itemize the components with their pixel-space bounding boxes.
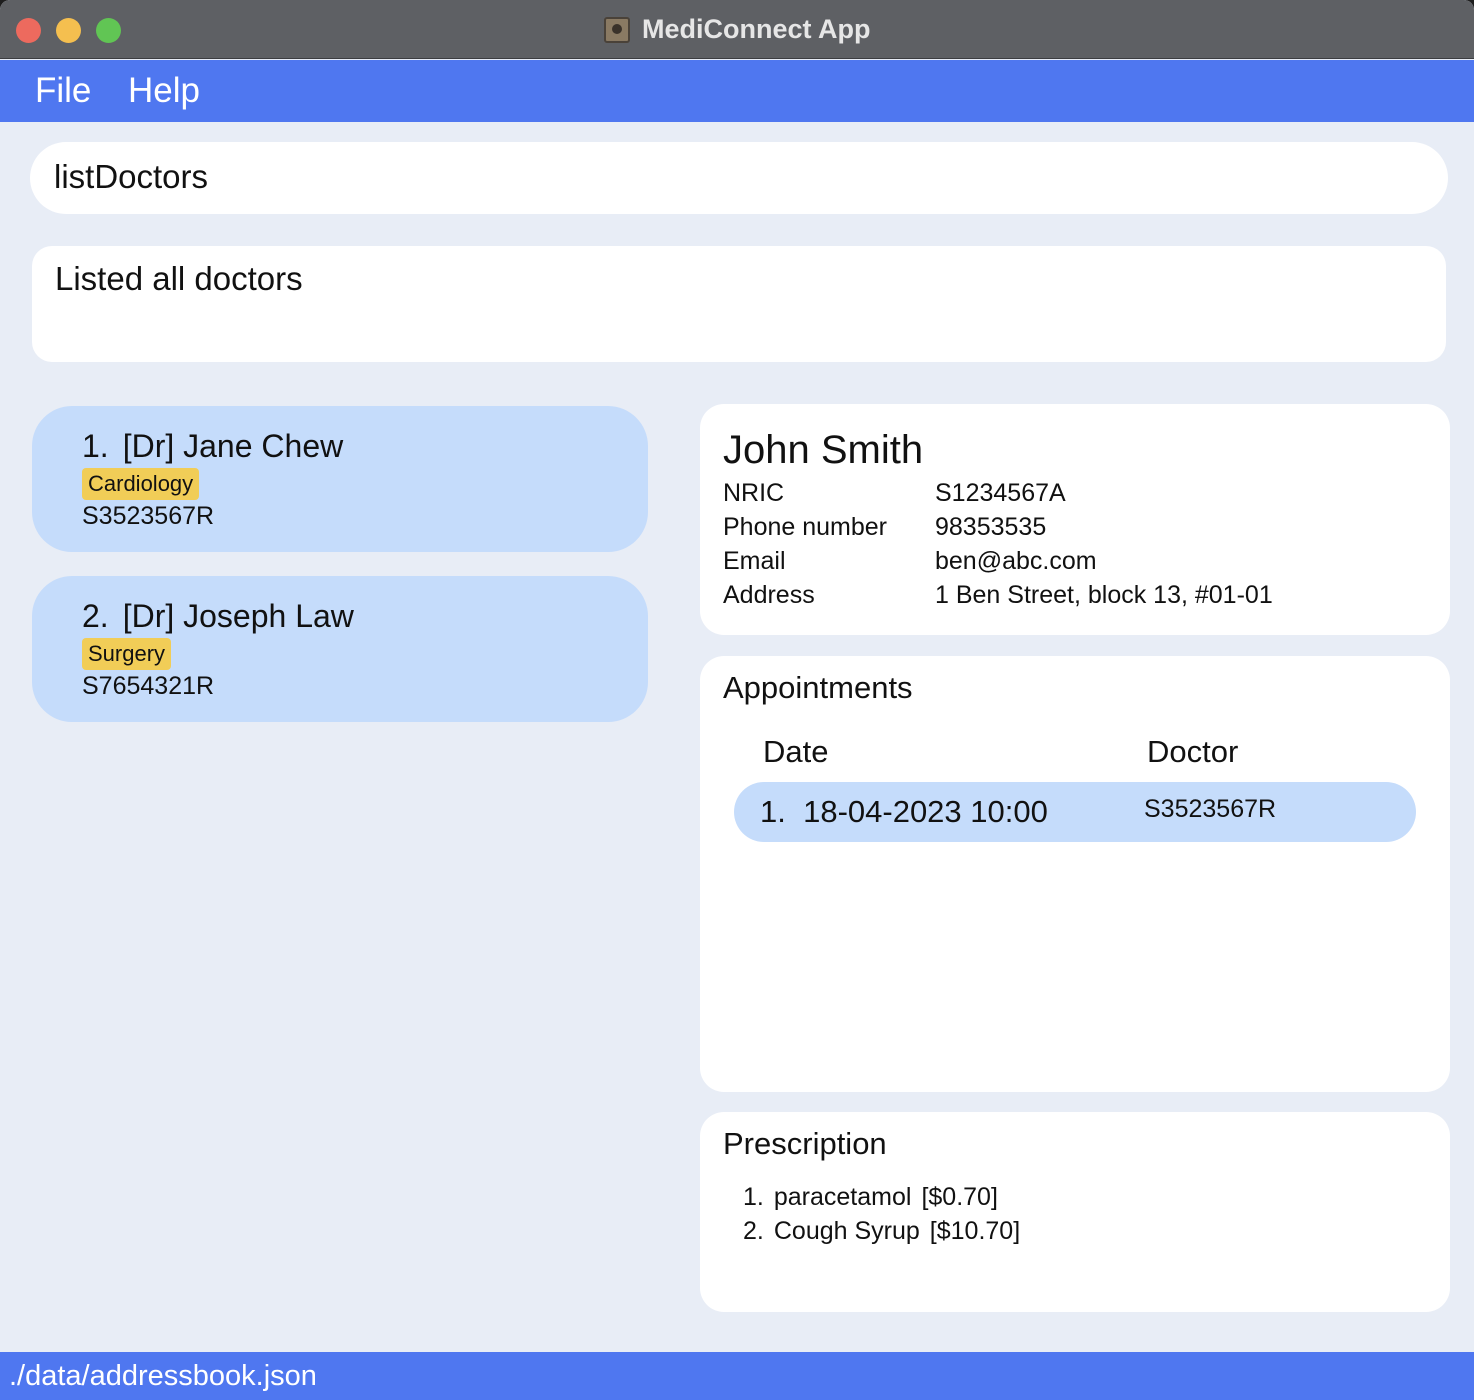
app-window: MediConnect App File Help listDoctors Li… — [0, 0, 1474, 1400]
list-item: 1. paracetamol [$0.70] — [743, 1180, 1427, 1214]
appointment-datetime: 1. 18-04-2023 10:00 — [760, 794, 1048, 830]
menu-file[interactable]: File — [35, 71, 91, 111]
patient-info-panel: John Smith NRIC S1234567A Phone number 983… — [700, 404, 1450, 635]
doctor-name-line: 1. [Dr] Jane Chew — [82, 428, 598, 468]
doctor-nric: S7654321R — [82, 672, 215, 700]
doctor-card[interactable]: 2. [Dr] Joseph Law Surgery S7654321R — [32, 576, 648, 722]
patient-field-row: Phone number 98353535 — [723, 510, 1427, 544]
prescription-index: 1. — [743, 1183, 764, 1211]
window-title-group: MediConnect App — [0, 14, 1474, 46]
field-label-email: Email — [723, 547, 786, 575]
field-value-nric: S1234567A — [935, 479, 1066, 507]
menu-help[interactable]: Help — [128, 71, 200, 111]
doctor-card[interactable]: 1. [Dr] Jane Chew Cardiology S3523567R — [32, 406, 648, 552]
field-value-address: 1 Ben Street, block 13, #01-01 — [935, 581, 1273, 609]
field-value-email: ben@abc.com — [935, 547, 1097, 575]
status-bar: ./data/addressbook.json — [0, 1352, 1474, 1400]
doctor-nric: S3523567R — [82, 502, 215, 530]
appointment-doctor: S3523567R — [1144, 795, 1277, 823]
prescription-price: [$10.70] — [929, 1217, 1021, 1245]
prescription-panel: Prescription 1. paracetamol [$0.70] 2. Coug… — [700, 1112, 1450, 1312]
menu-bar: File Help — [0, 60, 1474, 122]
doctor-name-line: 2. [Dr] Joseph Law — [82, 598, 598, 638]
doctor-index: 2. — [82, 598, 109, 634]
specialty-tag: Surgery — [82, 638, 172, 670]
prescription-name: paracetamol — [773, 1183, 912, 1211]
window-title: MediConnect App — [641, 14, 871, 44]
appointment-index: 1. — [760, 794, 786, 829]
field-label-address: Address — [723, 581, 815, 609]
appointments-title: Appointments — [723, 670, 913, 705]
specialty-tag: Cardiology — [82, 468, 200, 500]
patient-field-row: NRIC S1234567A — [723, 476, 1427, 510]
column-header-doctor: Doctor — [1147, 734, 1239, 769]
column-header-date: Date — [763, 734, 829, 769]
appointments-header: Date Doctor — [723, 710, 1427, 782]
patient-name: John Smith — [723, 428, 924, 472]
appointments-panel: Appointments Date Doctor 1. 18-04-2023 1… — [700, 656, 1450, 1092]
field-label-phone: Phone number — [723, 513, 888, 541]
title-bar[interactable]: MediConnect App — [0, 0, 1474, 59]
prescription-title: Prescription — [723, 1126, 887, 1161]
patient-field-row: Address 1 Ben Street, block 13, #01-01 — [723, 578, 1427, 612]
patient-field-row: Email ben@abc.com — [723, 544, 1427, 578]
result-display: Listed all doctors — [32, 246, 1446, 362]
list-item: 2. Cough Syrup [$10.70] — [743, 1214, 1427, 1248]
command-input[interactable]: listDoctors — [30, 142, 1448, 214]
doctor-name: [Dr] Joseph Law — [122, 598, 354, 634]
appointment-datetime-value: 18-04-2023 10:00 — [803, 794, 1048, 829]
contacts-app-icon — [603, 16, 630, 43]
prescription-price: [$0.70] — [921, 1183, 998, 1211]
prescription-index: 2. — [743, 1217, 764, 1245]
prescription-list: 1. paracetamol [$0.70] 2. Cough Syrup [$10.7… — [723, 1180, 1427, 1248]
doctor-index: 1. — [82, 428, 109, 464]
prescription-name: Cough Syrup — [773, 1217, 920, 1245]
appointment-row[interactable]: 1. 18-04-2023 10:00 S3523567R — [734, 782, 1416, 842]
doctor-name: [Dr] Jane Chew — [122, 428, 344, 464]
field-value-phone: 98353535 — [935, 513, 1047, 541]
field-label-nric: NRIC — [723, 479, 785, 507]
